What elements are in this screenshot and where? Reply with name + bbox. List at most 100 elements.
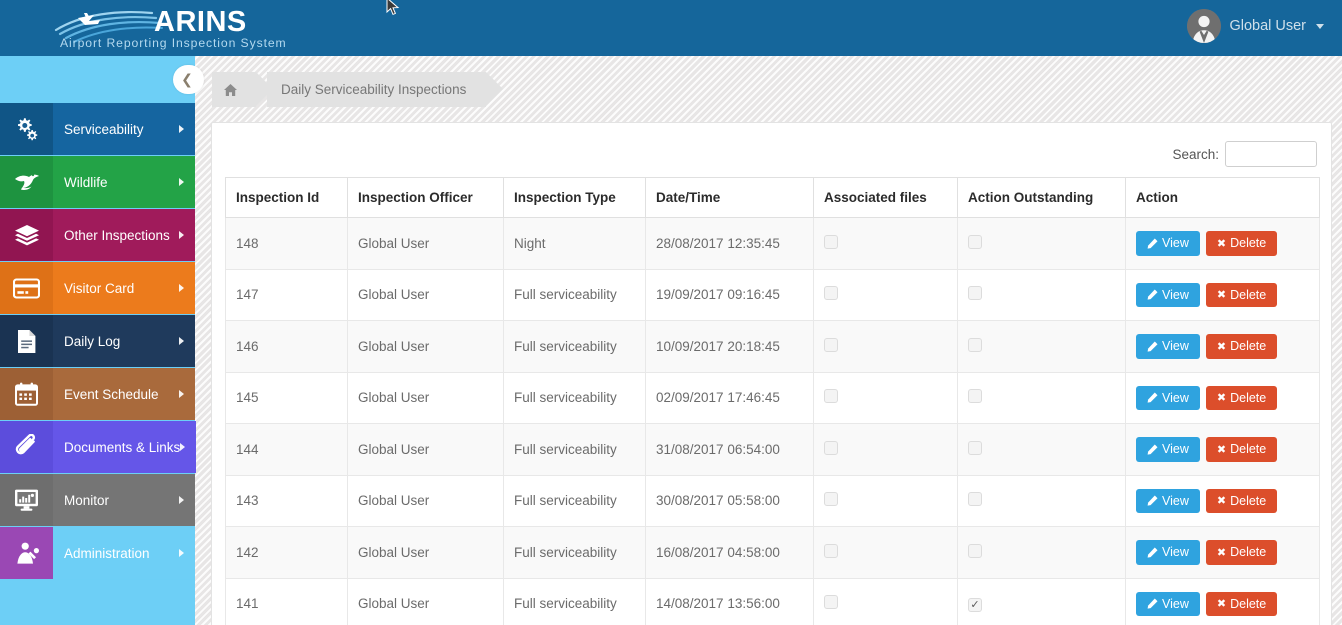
search-input[interactable] xyxy=(1225,141,1317,167)
caret-right-icon xyxy=(179,178,184,186)
associated-files-checkbox[interactable] xyxy=(824,595,838,609)
calendar-icon xyxy=(0,368,53,420)
associated-files-checkbox[interactable] xyxy=(824,235,838,249)
action-outstanding-checkbox[interactable] xyxy=(968,235,982,249)
table-row: 148 Global User Night 28/08/2017 12:35:4… xyxy=(226,218,1320,270)
cell-inspection-id: 144 xyxy=(226,424,348,476)
view-button[interactable]: View xyxy=(1136,540,1200,565)
action-outstanding-checkbox[interactable] xyxy=(968,286,982,300)
pencil-icon xyxy=(1147,598,1158,609)
cell-datetime: 10/09/2017 20:18:45 xyxy=(646,321,814,373)
view-button[interactable]: View xyxy=(1136,334,1200,359)
sidebar-collapse-button[interactable]: ❮ xyxy=(173,65,204,94)
sidebar-item-label: Event Schedule xyxy=(64,387,179,402)
column-header[interactable]: Action xyxy=(1126,178,1320,218)
cell-action: View ✖ Delete xyxy=(1126,475,1320,527)
breadcrumb-item-current[interactable]: Daily Serviceability Inspections xyxy=(267,72,486,107)
table-header-row: Inspection IdInspection OfficerInspectio… xyxy=(226,178,1320,218)
delete-button[interactable]: ✖ Delete xyxy=(1206,231,1277,256)
sidebar-item-serviceability[interactable]: Serviceability xyxy=(0,103,195,156)
associated-files-checkbox[interactable] xyxy=(824,544,838,558)
sidebar-nav-list: Serviceability Wildlife Other Inspection… xyxy=(0,103,195,580)
view-button[interactable]: View xyxy=(1136,592,1200,617)
times-icon: ✖ xyxy=(1217,289,1226,300)
action-outstanding-checkbox[interactable] xyxy=(968,389,982,403)
breadcrumb-home[interactable] xyxy=(212,72,256,107)
view-button[interactable]: View xyxy=(1136,283,1200,308)
cell-associated-files xyxy=(814,527,958,579)
view-button[interactable]: View xyxy=(1136,386,1200,411)
associated-files-checkbox[interactable] xyxy=(824,441,838,455)
view-button-label: View xyxy=(1162,340,1189,353)
cell-associated-files xyxy=(814,475,958,527)
column-header[interactable]: Inspection Type xyxy=(504,178,646,218)
delete-button[interactable]: ✖ Delete xyxy=(1206,592,1277,617)
delete-button-label: Delete xyxy=(1230,392,1266,405)
pencil-icon xyxy=(1147,289,1158,300)
delete-button[interactable]: ✖ Delete xyxy=(1206,489,1277,514)
page-root: ARINS Airport Reporting Inspection Syste… xyxy=(0,0,1342,625)
cell-action-outstanding xyxy=(958,372,1126,424)
column-header[interactable]: Inspection Officer xyxy=(348,178,504,218)
times-icon: ✖ xyxy=(1217,495,1226,506)
delete-button[interactable]: ✖ Delete xyxy=(1206,540,1277,565)
cell-action-outstanding: ✓ xyxy=(958,578,1126,625)
column-header[interactable]: Action Outstanding xyxy=(958,178,1126,218)
associated-files-checkbox[interactable] xyxy=(824,338,838,352)
view-button[interactable]: View xyxy=(1136,489,1200,514)
action-outstanding-checkbox[interactable] xyxy=(968,338,982,352)
sidebar-item-label: Daily Log xyxy=(64,334,179,349)
gears-icon xyxy=(0,103,53,155)
column-header[interactable]: Associated files xyxy=(814,178,958,218)
cell-inspection-officer: Global User xyxy=(348,578,504,625)
cell-associated-files xyxy=(814,424,958,476)
app-logo[interactable]: ARINS Airport Reporting Inspection Syste… xyxy=(48,4,288,52)
cell-action: View ✖ Delete xyxy=(1126,578,1320,625)
cell-inspection-type: Full serviceability xyxy=(504,321,646,373)
associated-files-checkbox[interactable] xyxy=(824,286,838,300)
action-outstanding-checkbox[interactable] xyxy=(968,544,982,558)
sidebar-item-wildlife[interactable]: Wildlife xyxy=(0,156,195,209)
column-header[interactable]: Date/Time xyxy=(646,178,814,218)
caret-right-icon xyxy=(179,231,184,239)
pencil-icon xyxy=(1147,495,1158,506)
layers-icon xyxy=(0,209,53,261)
sidebar-item-visitor-card[interactable]: Visitor Card xyxy=(0,262,195,315)
associated-files-checkbox[interactable] xyxy=(824,492,838,506)
logo-wordmark: ARINS xyxy=(154,6,247,38)
delete-button-label: Delete xyxy=(1230,237,1266,250)
sidebar-item-label: Serviceability xyxy=(64,122,179,137)
sidebar-item-label: Wildlife xyxy=(64,175,179,190)
paperclip-icon xyxy=(0,421,53,473)
chevron-down-icon[interactable] xyxy=(1316,24,1324,29)
sidebar-item-administration[interactable]: Administration xyxy=(0,527,195,580)
delete-button[interactable]: ✖ Delete xyxy=(1206,386,1277,411)
cell-action: View ✖ Delete xyxy=(1126,269,1320,321)
pencil-icon xyxy=(1147,341,1158,352)
action-outstanding-checkbox[interactable]: ✓ xyxy=(968,598,982,612)
sidebar-item-monitor[interactable]: Monitor xyxy=(0,474,195,527)
delete-button[interactable]: ✖ Delete xyxy=(1206,283,1277,308)
column-header[interactable]: Inspection Id xyxy=(226,178,348,218)
delete-button[interactable]: ✖ Delete xyxy=(1206,437,1277,462)
cell-datetime: 31/08/2017 06:54:00 xyxy=(646,424,814,476)
action-outstanding-checkbox[interactable] xyxy=(968,441,982,455)
view-button[interactable]: View xyxy=(1136,231,1200,256)
sidebar-item-label: Monitor xyxy=(64,493,179,508)
times-icon: ✖ xyxy=(1217,598,1226,609)
delete-button[interactable]: ✖ Delete xyxy=(1206,334,1277,359)
caret-right-icon xyxy=(179,125,184,133)
home-icon xyxy=(223,83,238,97)
sidebar-item-event-schedule[interactable]: Event Schedule xyxy=(0,368,195,421)
sidebar-item-daily-log[interactable]: Daily Log xyxy=(0,315,195,368)
view-button[interactable]: View xyxy=(1136,437,1200,462)
sidebar-item-other-inspections[interactable]: Other Inspections xyxy=(0,209,195,262)
sidebar-item-documents-links[interactable]: Documents & Links xyxy=(0,421,195,474)
table-search-row: Search: xyxy=(212,123,1331,177)
action-outstanding-checkbox[interactable] xyxy=(968,492,982,506)
user-menu[interactable]: Global User xyxy=(1187,9,1324,43)
associated-files-checkbox[interactable] xyxy=(824,389,838,403)
caret-right-icon xyxy=(179,337,184,345)
caret-right-icon xyxy=(179,390,184,398)
cell-inspection-id: 145 xyxy=(226,372,348,424)
